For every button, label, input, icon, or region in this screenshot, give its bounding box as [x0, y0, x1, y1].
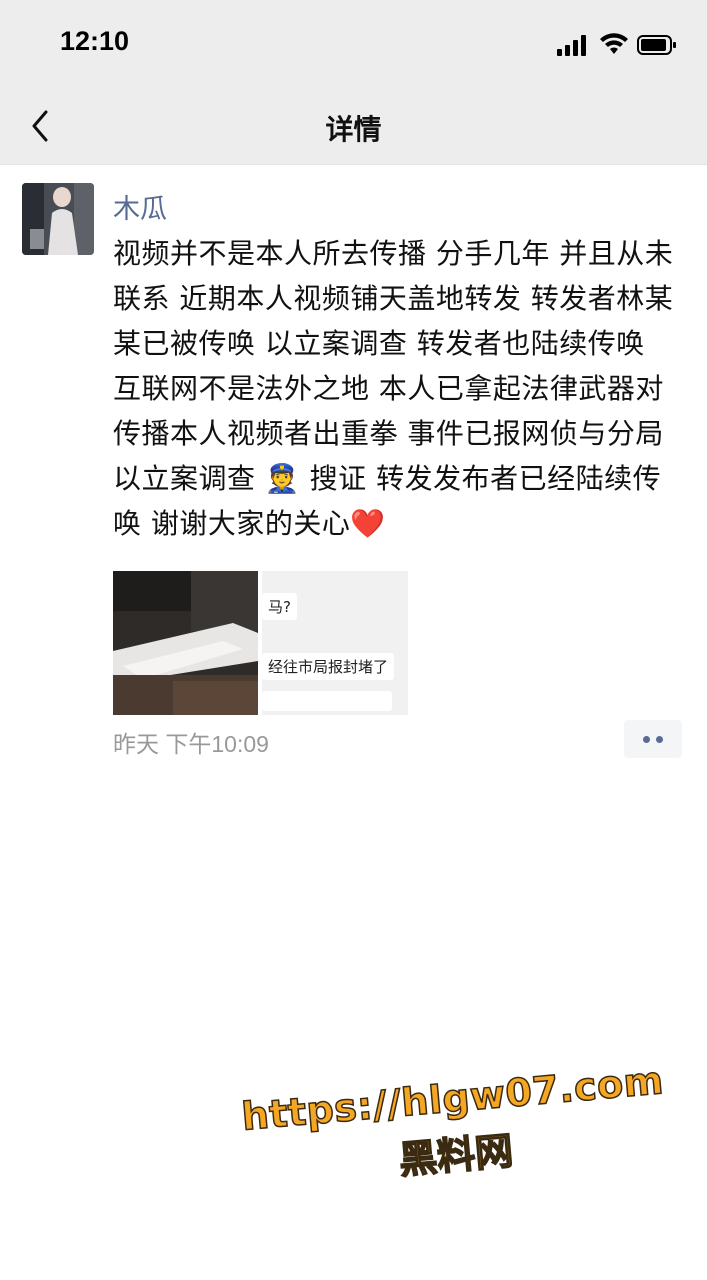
chat-screenshot-thumbnail[interactable]: 马? 经往市局报封堵了 — [262, 571, 408, 715]
avatar[interactable] — [22, 183, 94, 255]
media-grid: 马? 经往市局报封堵了 — [113, 571, 413, 715]
chat-bubble-3 — [262, 691, 392, 711]
status-time: 12:10 — [60, 26, 130, 56]
watermark: https://hlgw07.com 黑料网 — [239, 1057, 670, 1224]
wifi-icon — [600, 33, 628, 54]
author-name[interactable]: 木瓜 — [113, 187, 167, 226]
status-bar: 12:10 — [0, 0, 707, 88]
page-title: 详情 — [325, 113, 382, 146]
more-dots-icon — [643, 736, 650, 743]
signal-icon — [557, 35, 586, 56]
chat-bubble-1: 马? — [262, 593, 297, 620]
photo-thumbnail[interactable] — [113, 571, 258, 715]
battery-icon — [637, 35, 676, 55]
photo-image — [113, 571, 258, 715]
more-dots-icon — [656, 736, 663, 743]
chat-bubble-2: 经往市局报封堵了 — [262, 653, 395, 680]
more-button[interactable] — [624, 720, 682, 758]
post-text: 视频并不是本人所去传播 分手几年 并且从未联系 近期本人视频铺天盖地转发 转发者… — [113, 237, 674, 540]
post-time: 昨天 下午10:09 — [113, 731, 269, 757]
nav-bar: 详情 — [0, 88, 707, 165]
avatar-image — [22, 183, 94, 255]
